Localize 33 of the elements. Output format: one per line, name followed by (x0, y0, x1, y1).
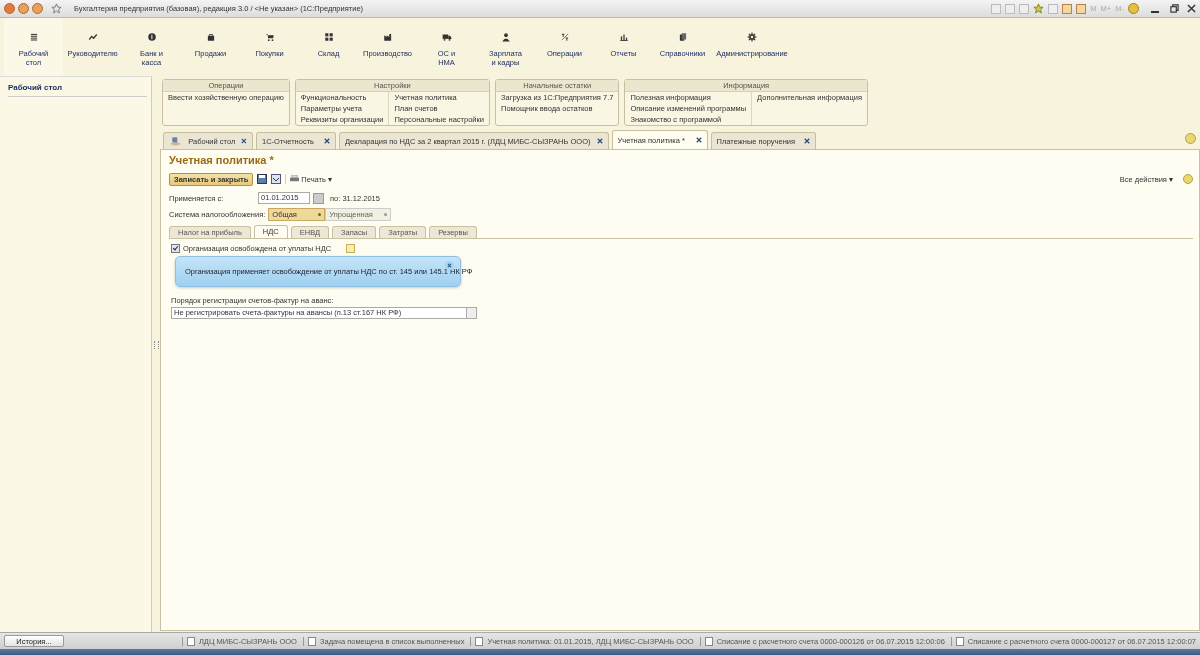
restore-icon[interactable] (1170, 4, 1179, 13)
printer-icon (290, 175, 300, 183)
form-title: Учетная политика * (169, 154, 275, 166)
sidebar-title[interactable]: Рабочий стол (8, 83, 147, 97)
splitter-handle[interactable] (154, 341, 159, 349)
close-icon[interactable] (445, 261, 454, 270)
close-icon[interactable] (324, 138, 330, 144)
settings-icon (747, 32, 757, 42)
save-icon[interactable] (257, 174, 268, 184)
books-icon (677, 32, 688, 42)
coin-icon (146, 32, 157, 42)
close-icon[interactable] (803, 138, 810, 144)
desk-icon (169, 135, 183, 147)
factory-icon (382, 32, 393, 42)
close-icon[interactable] (1187, 4, 1196, 13)
minimize-icon[interactable] (1151, 10, 1159, 13)
circle-icon[interactable] (32, 3, 43, 14)
grid-icon (323, 32, 334, 42)
cart-icon (264, 32, 275, 42)
app-menu-icon[interactable] (4, 3, 15, 14)
trend-icon (87, 32, 98, 42)
close-icon[interactable] (695, 137, 702, 143)
close-icon[interactable] (241, 138, 247, 144)
star-icon[interactable] (51, 3, 62, 14)
person-icon (500, 32, 511, 42)
checkbox[interactable] (171, 244, 180, 253)
star-icon[interactable] (1033, 3, 1045, 14)
letters-icon (559, 32, 570, 42)
list-icon (28, 32, 39, 42)
bag-icon (205, 32, 216, 42)
truck-icon (441, 32, 452, 42)
close-icon[interactable] (596, 138, 603, 144)
bar-chart-icon (618, 32, 629, 42)
